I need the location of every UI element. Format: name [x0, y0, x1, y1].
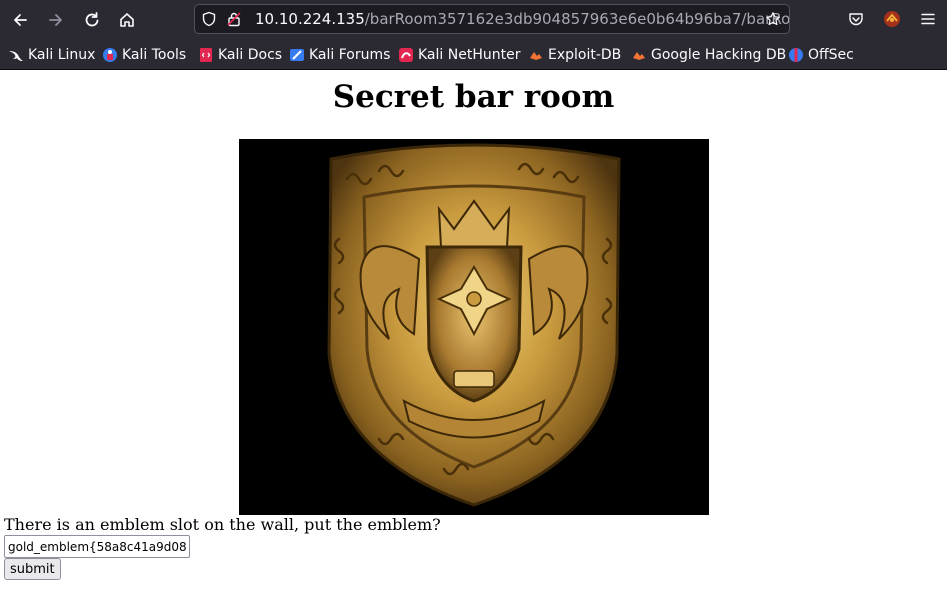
- emblem-prompt: There is an emblem slot on the wall, put…: [4, 515, 441, 534]
- bookmark-offsec[interactable]: OffSec: [788, 44, 854, 66]
- pocket-button[interactable]: [845, 8, 867, 30]
- kali-docs-icon: [200, 48, 212, 62]
- bookmark-exploit-db[interactable]: Exploit-DB: [528, 44, 621, 66]
- reload-button[interactable]: [78, 6, 106, 34]
- bookmarks-toolbar: Kali Linux Kali Tools Kali Docs Kali For…: [0, 40, 947, 70]
- bookmark-kali-linux[interactable]: Kali Linux: [8, 44, 95, 66]
- bookmark-kali-docs[interactable]: Kali Docs: [198, 44, 282, 66]
- emblem-image: [239, 139, 709, 515]
- arrow-left-icon: [14, 14, 27, 26]
- bookmark-label: Kali NetHunter: [418, 47, 521, 63]
- exploit-db-icon: [530, 52, 542, 60]
- bookmark-label: Exploit-DB: [548, 47, 622, 63]
- home-icon: [120, 13, 134, 27]
- bookmark-kali-forums[interactable]: Kali Forums: [289, 44, 390, 66]
- page-content: Secret bar room There is an emblem slot …: [0, 70, 947, 615]
- menu-button[interactable]: [917, 8, 939, 30]
- arrow-right-icon: [49, 14, 62, 26]
- offsec-icon: [789, 48, 803, 62]
- bookmark-google-hacking-db[interactable]: Google Hacking DB: [631, 44, 786, 66]
- reload-icon: [85, 12, 99, 27]
- insecure-lock-icon[interactable]: [226, 11, 242, 27]
- browser-toolbar: 10.10.224.135/barRoom357162e3db904857963…: [0, 0, 947, 40]
- url-host: 10.10.224.135: [255, 10, 365, 28]
- bookmark-star-icon[interactable]: [765, 11, 781, 27]
- shield-icon[interactable]: [201, 11, 217, 27]
- hamburger-menu-icon: [921, 13, 935, 25]
- extension-avatar-icon: [884, 11, 900, 27]
- url-path: /barRoom357162e3db904857963e6e0b64b96ba7…: [364, 10, 790, 28]
- emblem-input[interactable]: [4, 535, 190, 558]
- kali-nethunter-icon: [399, 48, 413, 62]
- address-bar[interactable]: 10.10.224.135/barRoom357162e3db904857963…: [194, 4, 790, 34]
- ghdb-icon: [633, 52, 645, 60]
- extension-button[interactable]: [881, 8, 903, 30]
- bookmark-kali-nethunter[interactable]: Kali NetHunter: [398, 44, 520, 66]
- bookmark-kali-tools[interactable]: Kali Tools: [102, 44, 186, 66]
- bookmark-label: Kali Forums: [309, 47, 391, 63]
- bookmark-label: Kali Tools: [122, 47, 187, 63]
- bookmark-label: Kali Docs: [218, 47, 283, 63]
- bookmark-label: OffSec: [808, 47, 854, 63]
- gold-emblem-picture: [239, 139, 709, 515]
- pocket-icon: [849, 13, 863, 26]
- kali-dragon-icon: [9, 51, 23, 61]
- bookmark-label: Kali Linux: [28, 47, 96, 63]
- url-text[interactable]: 10.10.224.135/barRoom357162e3db904857963…: [255, 10, 790, 28]
- bookmark-label: Google Hacking DB: [651, 47, 787, 63]
- kali-forums-icon: [290, 49, 304, 61]
- submit-button[interactable]: submit: [4, 558, 61, 580]
- back-button[interactable]: [6, 6, 34, 34]
- page-title: Secret bar room: [332, 79, 615, 115]
- home-button[interactable]: [113, 6, 141, 34]
- forward-button[interactable]: [42, 6, 70, 34]
- kali-tools-icon: [103, 48, 117, 62]
